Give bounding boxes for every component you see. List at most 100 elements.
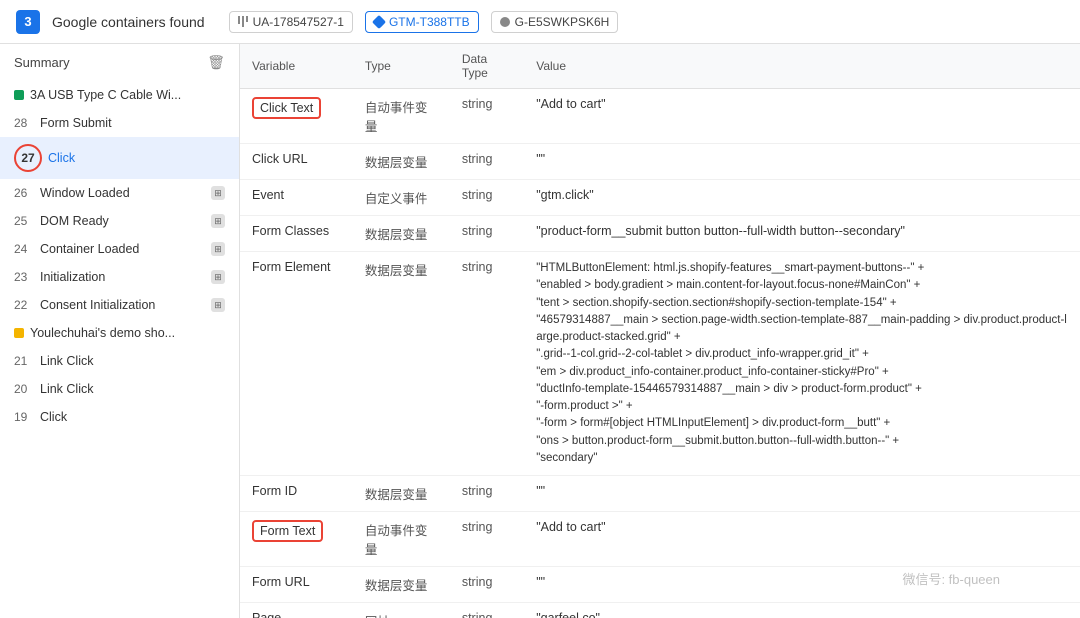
cell-dtype: string	[450, 144, 524, 180]
header: 3 Google containers found UA-178547527-1…	[0, 0, 1080, 44]
badge-icon-26: ⊞	[211, 186, 225, 200]
cell-variable: Click URL	[240, 144, 353, 180]
col-value: Value	[524, 44, 1080, 89]
sidebar-label-click-27: Click	[48, 151, 225, 165]
cell-value: "garfeel.co"	[524, 603, 1080, 618]
cell-dtype: string	[450, 567, 524, 603]
table-row: Click URL 数据层变量 string ""	[240, 144, 1080, 180]
green-dot-icon	[14, 90, 24, 100]
sidebar-label-linkclick-21: Link Click	[40, 354, 225, 368]
cell-dtype: string	[450, 89, 524, 144]
cell-variable: Click Text	[240, 89, 353, 144]
cell-dtype: string	[450, 216, 524, 252]
item-num-25: 25	[14, 214, 34, 228]
trash-icon[interactable]: 🗑	[207, 54, 225, 71]
cell-type: 数据层变量	[353, 252, 450, 476]
sidebar-label-containerloaded: Container Loaded	[40, 242, 205, 256]
cell-value: ""	[524, 144, 1080, 180]
cell-type: 数据层变量	[353, 567, 450, 603]
cell-variable: Form ID	[240, 476, 353, 512]
col-type: Type	[353, 44, 450, 89]
cell-value: "gtm.click"	[524, 180, 1080, 216]
item-num-20: 20	[14, 382, 34, 396]
cell-variable: Page Hostname	[240, 603, 353, 618]
cell-dtype: string	[450, 476, 524, 512]
table-row: Form Classes 数据层变量 string "product-form_…	[240, 216, 1080, 252]
main-content: Variable Type Data Type Value Click Text…	[240, 44, 1080, 618]
table-row: Form URL 数据层变量 string ""	[240, 567, 1080, 603]
tag-ga[interactable]: G-E5SWKPSK6H	[491, 11, 619, 33]
cell-value: ""	[524, 567, 1080, 603]
cell-variable: Event	[240, 180, 353, 216]
cell-type: 自动事件变量	[353, 89, 450, 144]
sidebar-item-linkclick-21[interactable]: 21 Link Click	[0, 347, 239, 375]
cell-type: 数据层变量	[353, 216, 450, 252]
sidebar-item-containerloaded[interactable]: 24 Container Loaded ⊞	[0, 235, 239, 263]
item-num-21: 21	[14, 354, 34, 368]
cell-variable: Form Text	[240, 512, 353, 567]
cell-dtype: string	[450, 252, 524, 476]
summary-label: Summary	[14, 55, 70, 70]
sidebar-item-initialization[interactable]: 23 Initialization ⊞	[0, 263, 239, 291]
cell-type: 数据层变量	[353, 476, 450, 512]
table-row: Form Element 数据层变量 string "HTMLButtonEle…	[240, 252, 1080, 476]
cell-type: 网址	[353, 603, 450, 618]
cell-dtype: string	[450, 180, 524, 216]
sidebar-item-consentinit[interactable]: 22 Consent Initialization ⊞	[0, 291, 239, 319]
sidebar-item-linkclick-20[interactable]: 20 Link Click	[0, 375, 239, 403]
highlighted-formtext: Form Text	[252, 520, 323, 542]
badge-icon-25: ⊞	[211, 214, 225, 228]
item-num-19: 19	[14, 410, 34, 424]
cell-value: ""	[524, 476, 1080, 512]
item-num-26: 26	[14, 186, 34, 200]
cell-variable: Form Classes	[240, 216, 353, 252]
badge-count: 3	[16, 10, 40, 34]
sidebar-item-domready[interactable]: 25 DOM Ready ⊞	[0, 207, 239, 235]
cell-type: 自定义事件	[353, 180, 450, 216]
sidebar-item-youlechuhai[interactable]: Youlechuhai's demo sho...	[0, 319, 239, 347]
sidebar-label-3ausb: 3A USB Type C Cable Wi...	[30, 88, 225, 102]
item-num-28: 28	[14, 116, 34, 130]
tag-ua-label: UA-178547527-1	[253, 15, 344, 29]
table-row: Event 自定义事件 string "gtm.click"	[240, 180, 1080, 216]
badge-icon-23: ⊞	[211, 270, 225, 284]
gtm-icon	[372, 14, 386, 28]
table-row: Form ID 数据层变量 string ""	[240, 476, 1080, 512]
item-num-24: 24	[14, 242, 34, 256]
sidebar-label-consentinit: Consent Initialization	[40, 298, 205, 312]
cell-dtype: string	[450, 512, 524, 567]
sidebar-header: Summary 🗑	[0, 44, 239, 81]
badge-icon-22: ⊞	[211, 298, 225, 312]
sidebar-label-formsubmit: Form Submit	[40, 116, 225, 130]
item-num-23: 23	[14, 270, 34, 284]
cell-value: "Add to cart"	[524, 89, 1080, 144]
cell-dtype: string	[450, 603, 524, 618]
sidebar-item-click-19[interactable]: 19 Click	[0, 403, 239, 431]
cell-variable: Form URL	[240, 567, 353, 603]
sidebar-label-linkclick-20: Link Click	[40, 382, 225, 396]
cell-type: 数据层变量	[353, 144, 450, 180]
table-row: Click Text 自动事件变量 string "Add to cart"	[240, 89, 1080, 144]
table-row: Page Hostname 网址 string "garfeel.co"	[240, 603, 1080, 618]
sidebar-label-initialization: Initialization	[40, 270, 205, 284]
sidebar-item-windowloaded[interactable]: 26 Window Loaded ⊞	[0, 179, 239, 207]
variables-table: Variable Type Data Type Value Click Text…	[240, 44, 1080, 618]
sidebar-label-click-19: Click	[40, 410, 225, 424]
sidebar-item-formsubmit[interactable]: 28 Form Submit	[0, 109, 239, 137]
tag-ga-label: G-E5SWKPSK6H	[515, 15, 610, 29]
circle-27-badge: 27	[14, 144, 42, 172]
bar-icon	[238, 16, 248, 27]
sidebar-item-3ausb[interactable]: 3A USB Type C Cable Wi...	[0, 81, 239, 109]
cell-value-long: "HTMLButtonElement: html.js.shopify-feat…	[524, 252, 1080, 476]
col-dtype: Data Type	[450, 44, 524, 89]
header-title: Google containers found	[52, 14, 205, 30]
tag-ua[interactable]: UA-178547527-1	[229, 11, 353, 33]
ga-icon	[500, 17, 510, 27]
item-num-22: 22	[14, 298, 34, 312]
col-variable: Variable	[240, 44, 353, 89]
orange-dot-icon	[14, 328, 24, 338]
sidebar-item-click-27[interactable]: 27 Click	[0, 137, 239, 179]
tag-gtm[interactable]: GTM-T388TTB	[365, 11, 479, 33]
sidebar-label-youlechuhai: Youlechuhai's demo sho...	[30, 326, 225, 340]
cell-value: "Add to cart"	[524, 512, 1080, 567]
